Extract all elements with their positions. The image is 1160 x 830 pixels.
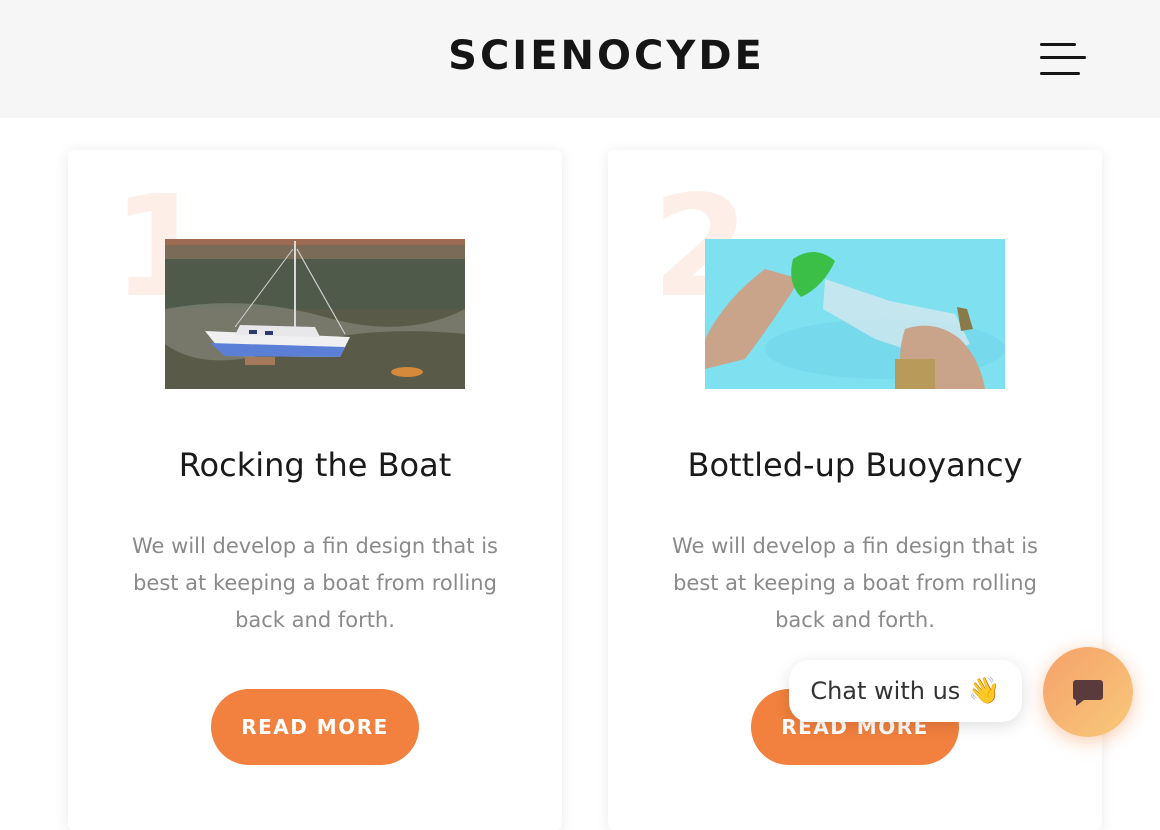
menu-line xyxy=(1040,72,1080,75)
bottle-experiment-image xyxy=(705,239,1005,389)
card-title: Bottled-up Buoyancy xyxy=(687,446,1023,484)
chat-with-us-pill[interactable]: Chat with us 👋 xyxy=(789,660,1022,722)
project-card-bottled-up-buoyancy: 2 Bottled-up Buoyancy We will develop a … xyxy=(608,150,1102,830)
site-logo[interactable]: SCIENOCYDE xyxy=(0,33,1160,79)
chat-label: Chat with us xyxy=(810,677,961,705)
chat-launcher-button[interactable] xyxy=(1043,647,1133,737)
chat-bubble-icon xyxy=(1073,680,1103,706)
menu-line xyxy=(1040,43,1076,46)
card-description: We will develop a fin design that is bes… xyxy=(672,534,1038,632)
read-more-button[interactable]: READ MORE xyxy=(211,689,419,765)
waving-hand-icon: 👋 xyxy=(968,676,1001,706)
card-description: We will develop a fin design that is bes… xyxy=(132,534,498,632)
hamburger-menu-icon[interactable] xyxy=(1036,40,1088,80)
project-card-rocking-the-boat: 1 Rocking the Boat We will develop a fin… xyxy=(68,150,562,830)
card-title: Rocking the Boat xyxy=(178,446,452,484)
menu-line xyxy=(1040,56,1086,59)
site-header: SCIENOCYDE xyxy=(0,0,1160,118)
sailboat-image xyxy=(165,239,465,389)
